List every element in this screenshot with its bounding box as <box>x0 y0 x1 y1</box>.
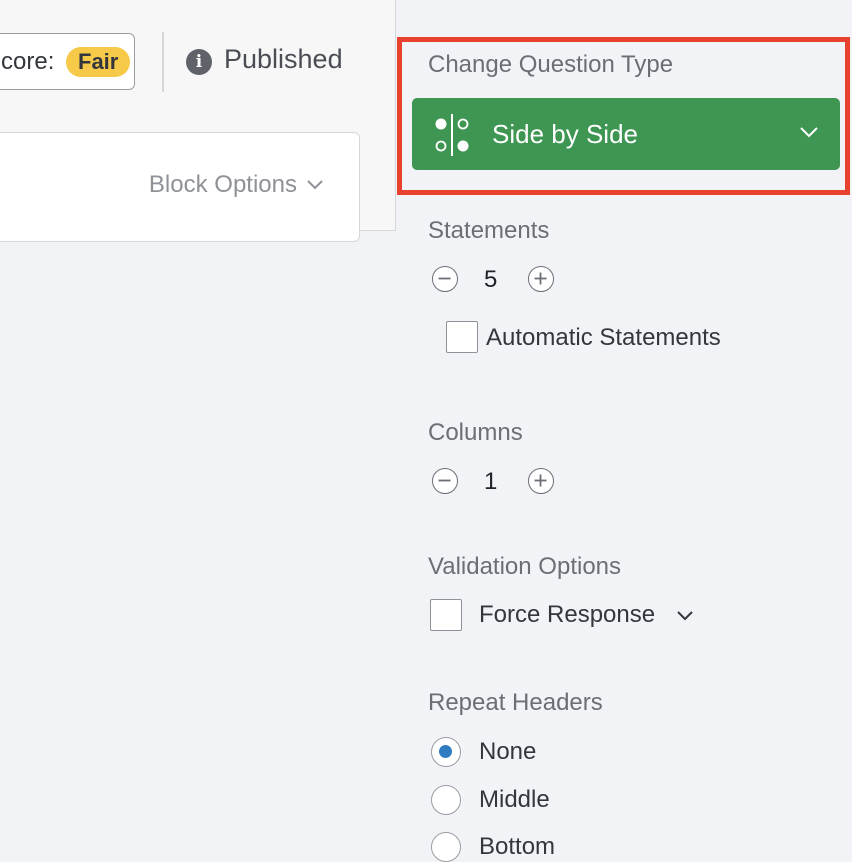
automatic-statements-checkbox[interactable] <box>446 321 478 353</box>
chevron-down-icon <box>307 180 323 190</box>
automatic-statements-label: Automatic Statements <box>486 324 721 351</box>
block-options-label: Block Options <box>148 171 297 198</box>
columns-decrement-button[interactable] <box>432 468 458 494</box>
force-response-label: Force Response <box>479 601 656 628</box>
quality-score-button[interactable]: core: Fair <box>0 33 135 90</box>
plus-icon <box>534 474 547 487</box>
score-badge: Fair <box>66 47 131 77</box>
repeat-headers-none-label: None <box>479 738 537 765</box>
force-response-checkbox[interactable] <box>430 599 462 631</box>
survey-block: Block Options <box>0 132 360 242</box>
publish-status: Published <box>224 44 343 74</box>
columns-count: 1 <box>484 468 498 495</box>
statements-decrement-button[interactable] <box>432 266 458 292</box>
repeat-headers-middle-radio[interactable] <box>431 785 461 815</box>
repeat-headers-heading: Repeat Headers <box>428 689 603 716</box>
chevron-down-icon[interactable] <box>677 611 693 621</box>
columns-increment-button[interactable] <box>528 468 554 494</box>
statements-increment-button[interactable] <box>528 266 554 292</box>
statements-heading: Statements <box>428 217 550 244</box>
repeat-headers-bottom-radio[interactable] <box>431 832 461 862</box>
repeat-headers-bottom-label: Bottom <box>479 833 556 860</box>
block-options-button[interactable]: Block Options <box>149 171 323 199</box>
highlight-annotation <box>397 37 850 195</box>
validation-heading: Validation Options <box>428 553 622 580</box>
info-icon[interactable]: i <box>186 49 212 75</box>
minus-icon <box>438 479 451 482</box>
survey-canvas: core: Fair i Published Block Options <box>0 0 396 242</box>
repeat-headers-none-radio[interactable] <box>431 737 461 767</box>
minus-icon <box>438 277 451 280</box>
statements-count: 5 <box>484 266 498 293</box>
divider <box>162 32 164 92</box>
plus-icon <box>534 272 547 285</box>
repeat-headers-middle-label: Middle <box>479 786 550 813</box>
score-label: core: <box>1 47 55 75</box>
columns-heading: Columns <box>428 419 523 446</box>
